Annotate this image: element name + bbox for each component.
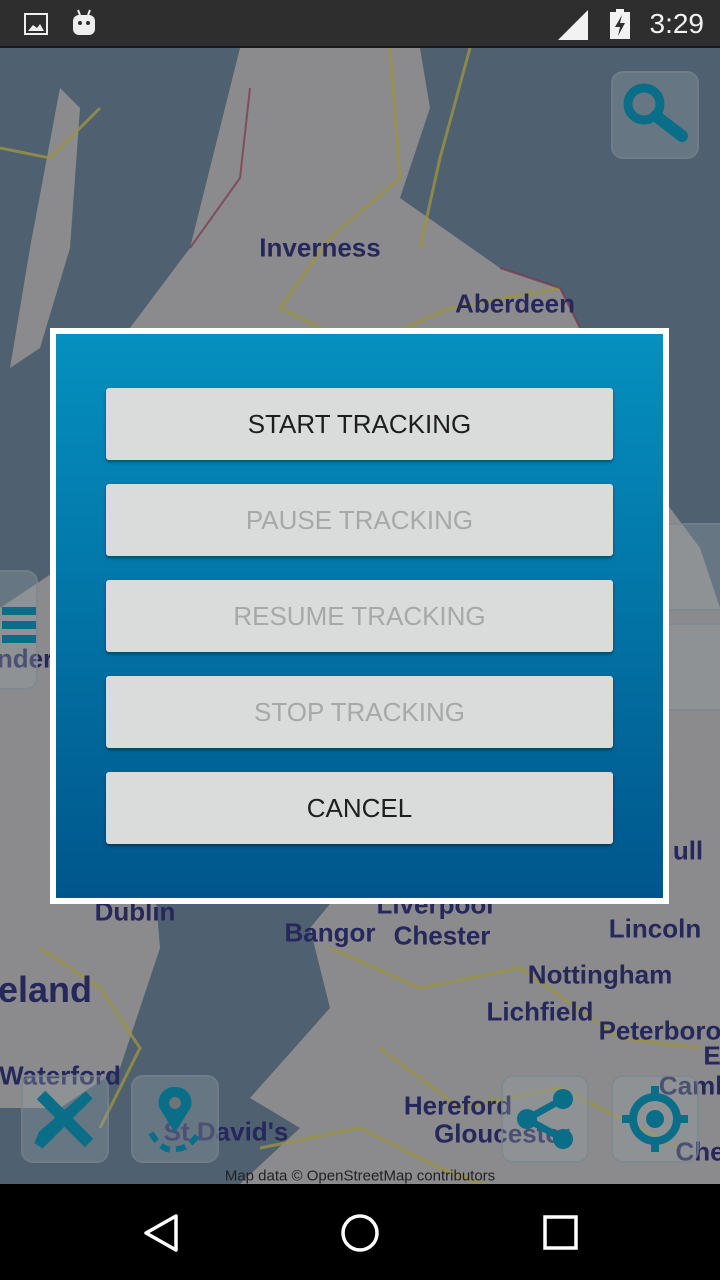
- map-label: Lincoln: [608, 913, 702, 944]
- crosshair-icon: [622, 1086, 688, 1152]
- map-label: Lichfield: [486, 996, 594, 1027]
- list-icon: [2, 607, 36, 643]
- cancel-button[interactable]: CANCEL: [106, 772, 613, 844]
- share-icon: [517, 1089, 573, 1149]
- map-label: Peterboro: [598, 1015, 720, 1046]
- signal-icon: [558, 10, 588, 40]
- map-label: Bangor: [284, 917, 376, 948]
- map-label: Nottingham: [527, 959, 673, 990]
- map-label: Inverness: [259, 232, 381, 263]
- dialog-body: START TRACKING PAUSE TRACKING RESUME TRA…: [56, 334, 663, 898]
- pause-tracking-button[interactable]: PAUSE TRACKING: [106, 484, 613, 556]
- map-pin-icon: [148, 1087, 202, 1153]
- battery-charging-icon: [610, 9, 630, 39]
- map-label: E: [703, 1040, 720, 1071]
- navigation-bar: [0, 1184, 720, 1280]
- search-icon: [623, 83, 688, 142]
- location-track-button[interactable]: [131, 1075, 219, 1163]
- ruler-pencil-icon: [34, 1090, 94, 1149]
- status-bar: 3:29: [0, 0, 720, 48]
- home-icon[interactable]: [340, 1213, 380, 1253]
- layers-button[interactable]: [0, 570, 38, 690]
- map-label: ull: [672, 835, 704, 866]
- measure-button[interactable]: [21, 1075, 109, 1163]
- back-icon[interactable]: [142, 1214, 180, 1252]
- android-icon: [73, 9, 95, 35]
- search-button[interactable]: [611, 71, 699, 159]
- start-tracking-button[interactable]: START TRACKING: [106, 388, 613, 460]
- stop-tracking-button[interactable]: STOP TRACKING: [106, 676, 613, 748]
- tracking-dialog: START TRACKING PAUSE TRACKING RESUME TRA…: [50, 328, 669, 904]
- my-location-button[interactable]: [611, 1075, 699, 1163]
- clock: 3:29: [649, 8, 705, 39]
- share-button[interactable]: [501, 1075, 589, 1163]
- map-attribution: Map data © OpenStreetMap contributors: [224, 1167, 496, 1185]
- map-label: Hereford: [403, 1090, 513, 1121]
- map-label: Chester: [393, 920, 491, 951]
- recents-icon[interactable]: [543, 1215, 579, 1251]
- resume-tracking-button[interactable]: RESUME TRACKING: [106, 580, 613, 652]
- image-icon: [24, 13, 48, 35]
- map-label: Aberdeen: [455, 288, 575, 319]
- map-label: eland: [0, 969, 93, 1010]
